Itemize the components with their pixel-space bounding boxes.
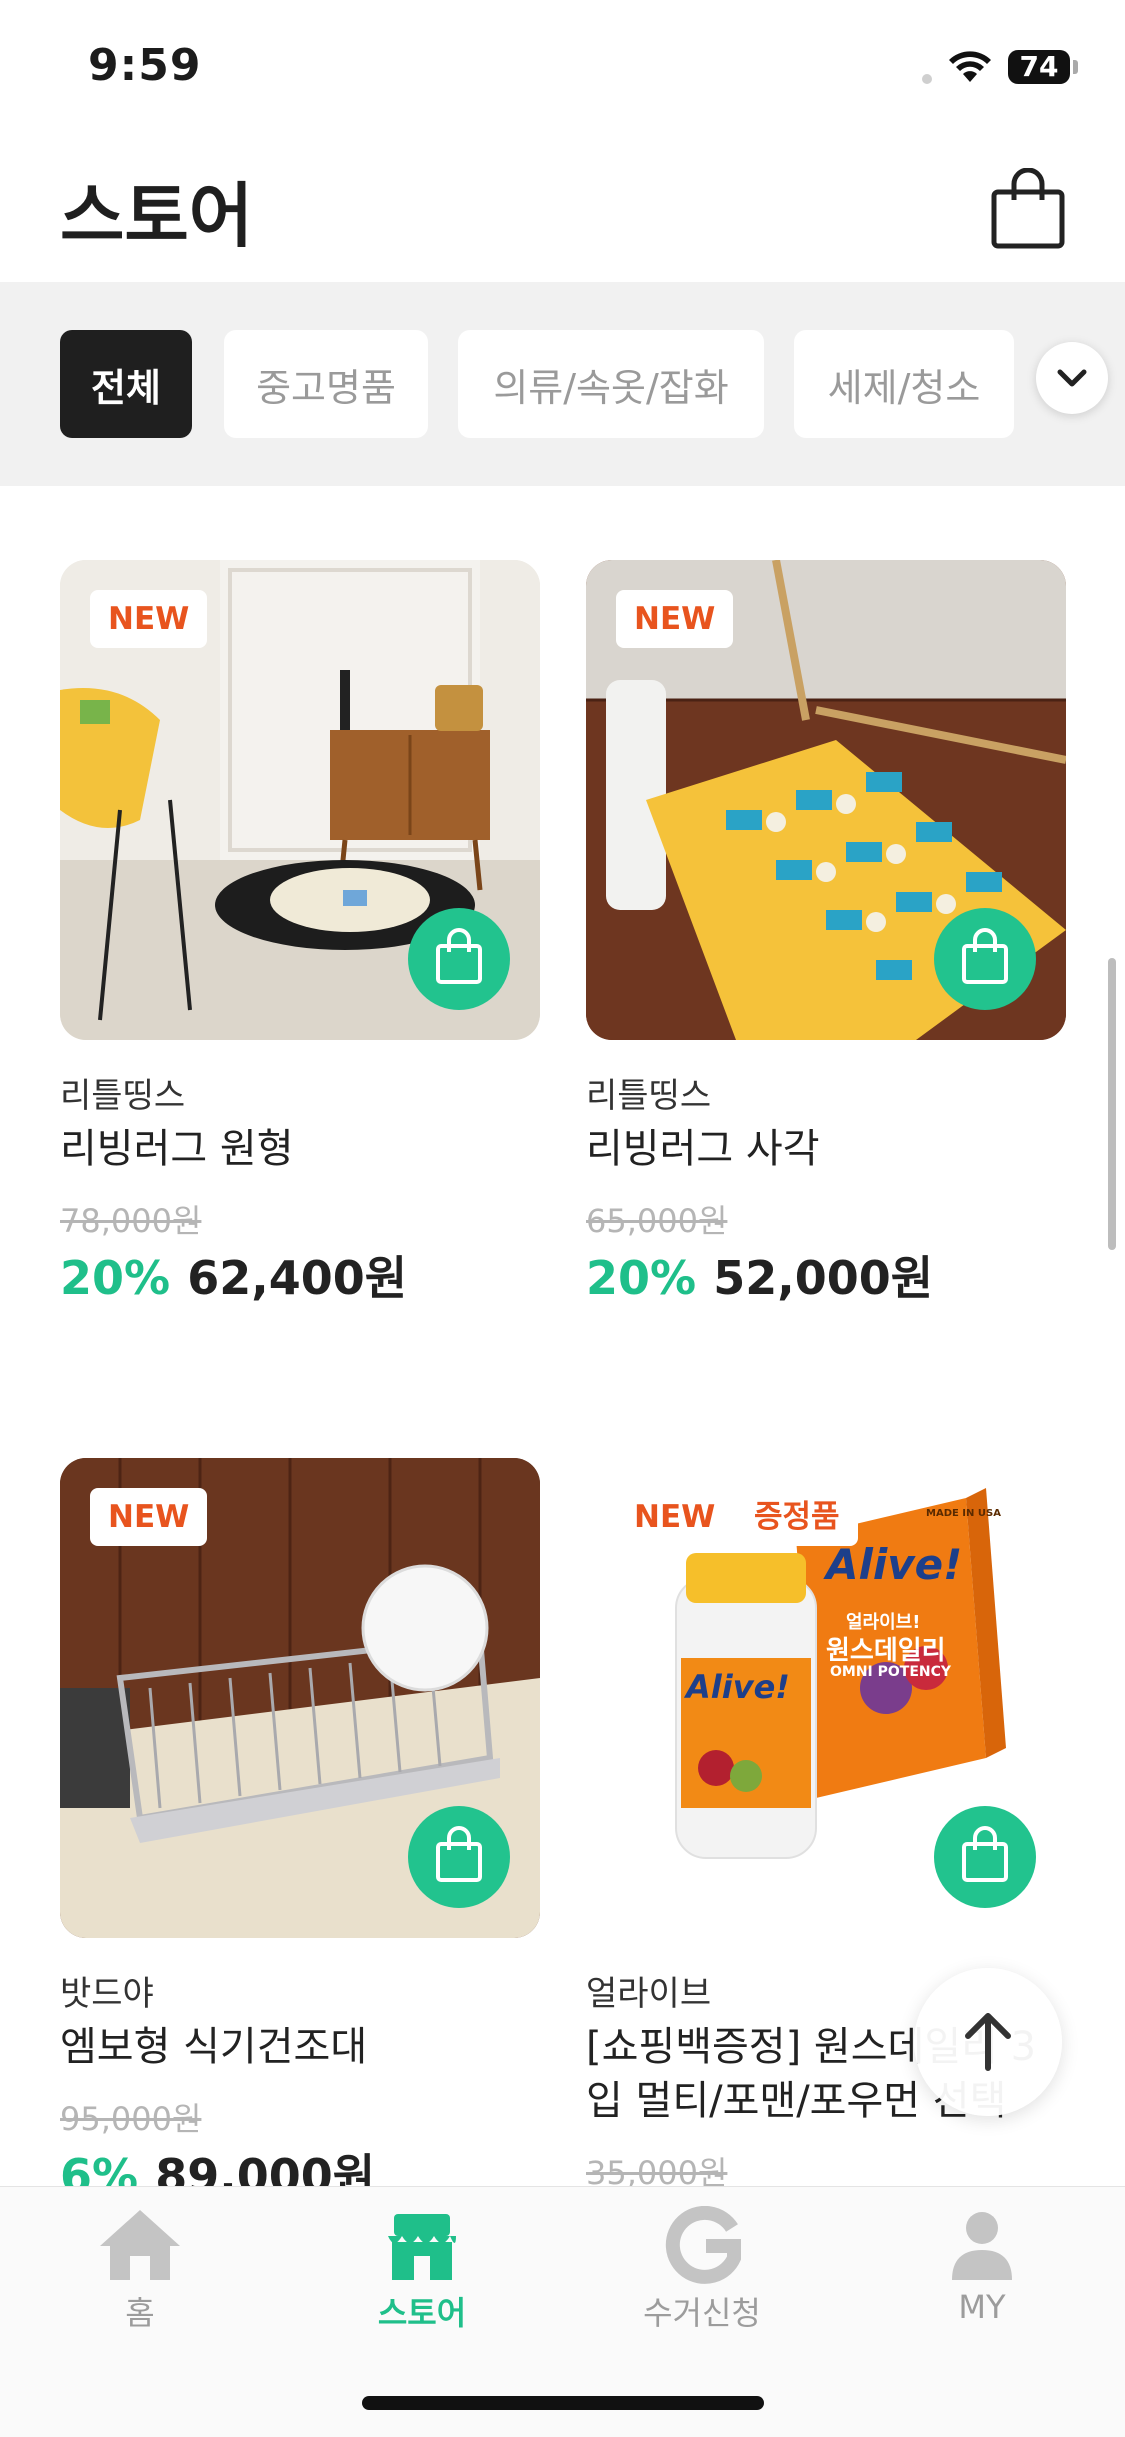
new-badge: NEW — [90, 590, 208, 648]
gift-badge: 증정품 — [736, 1488, 858, 1546]
add-to-cart-button[interactable] — [934, 1806, 1036, 1908]
product-card[interactable]: NEW 리틀띵스 리빙러그 사각 65,000원 20% 52,000원 — [586, 560, 1066, 1305]
box-made-in: MADE IN USA — [926, 1508, 1001, 1519]
battery-tip — [1073, 60, 1078, 74]
new-badge: NEW — [90, 1488, 208, 1546]
price-row: 20% 62,400원 — [60, 1242, 407, 1308]
discount-rate: 20% — [60, 1251, 171, 1305]
product-brand: 리틀띵스 — [586, 1076, 712, 1116]
category-chip-used-luxury[interactable]: 중고명품 — [224, 330, 428, 438]
scroll-to-top-button[interactable] — [914, 1968, 1062, 2116]
tab-store[interactable]: 스토어 — [322, 2206, 522, 2366]
status-time: 9:59 — [88, 40, 202, 91]
brand-logo: Alive! — [826, 1540, 963, 1589]
tab-pickup-request[interactable]: 수거신청 — [602, 2205, 802, 2366]
store-icon — [388, 2214, 456, 2280]
person-icon — [952, 2212, 1012, 2280]
price-row: 20% 52,000원 — [586, 1242, 933, 1308]
tab-label: MY — [958, 2288, 1006, 2326]
tab-my[interactable]: MY — [882, 2206, 1082, 2366]
battery-indicator: 74 — [1008, 50, 1070, 84]
box-product-line: 원스데일리 — [826, 1636, 946, 1666]
product-image[interactable]: Alive! Alive! 얼라이브! 원스데일리 OMNI POTENCY M… — [586, 1458, 1066, 1938]
discount-rate: 20% — [586, 1251, 697, 1305]
product-image[interactable]: NEW — [60, 1458, 540, 1938]
tab-label: 홈 — [125, 2294, 155, 2332]
home-icon — [100, 2210, 180, 2280]
sale-price: 52,000원 — [713, 1251, 934, 1305]
tab-home[interactable]: 홈 — [40, 2206, 240, 2366]
shopping-bag-icon — [436, 928, 482, 984]
category-chip-detergent[interactable]: 세제/청소 — [794, 330, 1014, 438]
product-name[interactable]: 엠보형 식기건조대 — [60, 2020, 540, 2074]
new-badge: NEW — [616, 590, 734, 648]
product-card[interactable]: NEW 밧드야 엠보형 식기건조대 95,000원 6% 89,000원 — [60, 1458, 540, 2203]
product-name[interactable]: 리빙러그 사각 — [586, 1122, 1066, 1176]
add-to-cart-button[interactable] — [408, 1806, 510, 1908]
arrow-up-icon — [965, 2013, 1011, 2071]
product-brand: 얼라이브 — [586, 1974, 712, 2014]
product-card[interactable]: Alive! Alive! 얼라이브! 원스데일리 OMNI POTENCY M… — [586, 1458, 1066, 2192]
shopping-bag-icon — [991, 167, 1065, 249]
tab-label: 수거신청 — [643, 2294, 761, 2332]
category-expand-button[interactable] — [1036, 342, 1108, 414]
status-dot — [922, 74, 932, 84]
product-image[interactable]: NEW — [586, 560, 1066, 1040]
category-chip-all[interactable]: 전체 — [60, 330, 192, 438]
shopping-bag-icon — [962, 928, 1008, 984]
new-badge: NEW — [616, 1488, 734, 1546]
cart-button[interactable] — [990, 167, 1066, 250]
shopping-bag-icon — [436, 1826, 482, 1882]
box-potency: OMNI POTENCY — [830, 1664, 952, 1680]
sale-price: 62,400원 — [187, 1251, 408, 1305]
home-indicator — [362, 2396, 764, 2410]
chevron-down-icon — [1057, 369, 1087, 387]
page-title: 스토어 — [60, 175, 254, 257]
product-name[interactable]: 리빙러그 원형 — [60, 1122, 540, 1176]
original-price: 65,000원 — [586, 1202, 728, 1240]
original-price: 78,000원 — [60, 1202, 202, 1240]
product-card[interactable]: NEW 리틀띵스 리빙러그 원형 78,000원 20% 62,400원 — [60, 560, 540, 1305]
wifi-icon — [949, 51, 991, 82]
pickup-g-icon — [665, 2205, 741, 2284]
scrollbar[interactable] — [1108, 958, 1116, 1250]
product-image[interactable]: NEW — [60, 560, 540, 1040]
add-to-cart-button[interactable] — [408, 908, 510, 1010]
tab-label: 스토어 — [377, 2294, 467, 2332]
category-chip-clothing[interactable]: 의류/속옷/잡화 — [458, 330, 764, 438]
shopping-bag-icon — [962, 1826, 1008, 1882]
original-price: 95,000원 — [60, 2100, 202, 2138]
product-brand: 밧드야 — [60, 1974, 154, 2014]
product-brand: 리틀띵스 — [60, 1076, 186, 1116]
add-to-cart-button[interactable] — [934, 908, 1036, 1010]
bottle-logo: Alive! — [686, 1668, 790, 1706]
